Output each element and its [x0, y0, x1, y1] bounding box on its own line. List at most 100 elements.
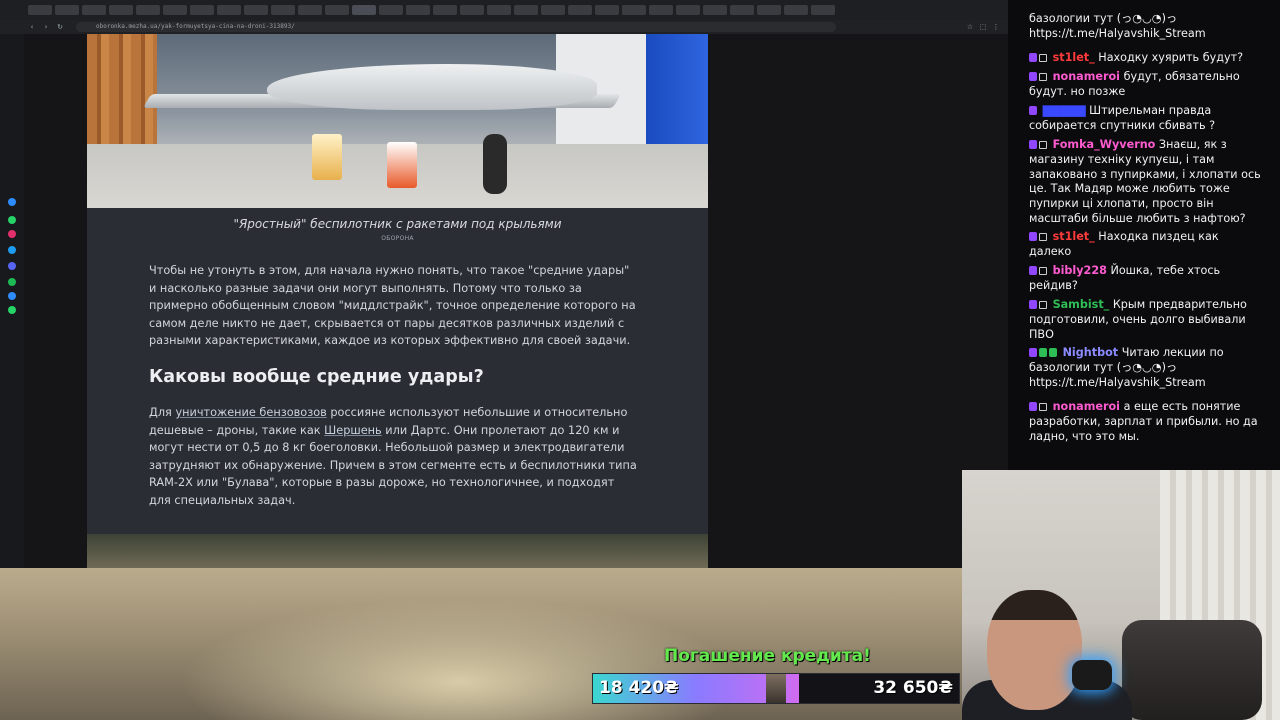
bot-badge-icon [1049, 348, 1057, 357]
chat-username[interactable]: Fomka_Wyverno [1053, 138, 1156, 151]
sidebar-app-icon[interactable] [8, 198, 16, 206]
subscriber-badge-icon [1029, 348, 1037, 357]
browser-tab[interactable] [406, 5, 430, 15]
speaker-badge-icon [1039, 54, 1047, 62]
article-image [87, 34, 708, 208]
instagram-icon[interactable] [8, 246, 16, 254]
drone-landing-gear [483, 134, 507, 194]
emote-badge-icon [1039, 267, 1047, 275]
browser-tab[interactable] [325, 5, 349, 15]
chat-message: nonameroi а еще есть понятие разработки,… [1029, 400, 1261, 444]
subscriber-badge-icon [1029, 72, 1037, 81]
chair [1122, 620, 1262, 720]
subscriber-badge-icon [1029, 140, 1037, 149]
webcam-feed [962, 470, 1280, 720]
goal-current-amount: 18 420₴ [599, 678, 679, 698]
browser-tab[interactable] [595, 5, 619, 15]
headphones-badge-icon [1039, 73, 1047, 81]
subscriber-badge-icon [1029, 402, 1037, 411]
headphones-badge-icon [1039, 403, 1047, 411]
chat-username[interactable]: Sambist_ [1053, 298, 1110, 311]
browser-tab[interactable] [217, 5, 241, 15]
subscriber-badge-icon [1029, 266, 1037, 275]
browser-tab[interactable] [244, 5, 268, 15]
microphone [1072, 660, 1112, 690]
browser-tab[interactable] [487, 5, 511, 15]
browser-tab[interactable] [730, 5, 754, 15]
article-paragraph: Для уничтожение бензовозов россияне испо… [149, 404, 639, 510]
next-article-image [87, 534, 708, 568]
ring-badge-icon [1039, 141, 1047, 149]
spotify-icon[interactable] [8, 292, 16, 300]
speaker-badge-icon [1039, 233, 1047, 241]
text-run: Для [149, 406, 176, 419]
browser-sidebar [0, 34, 25, 568]
browser-tab[interactable] [379, 5, 403, 15]
sidebar-app-icon[interactable] [8, 306, 16, 314]
chat-text: базологии тут (っ◔◡◔)っ https://t.me/Halya… [1029, 12, 1206, 40]
bookmark-icon[interactable]: ☆ [966, 23, 974, 31]
goal-title: Погашение кредита! [664, 646, 871, 666]
image-caption-block: "Яростный" беспилотник с ракетами под кр… [87, 208, 708, 242]
browser-tab[interactable] [757, 5, 781, 15]
chat-text: Находку хуярить будут? [1098, 51, 1244, 64]
tab-strip [0, 0, 1008, 20]
drone-fuselage [267, 64, 597, 110]
back-icon[interactable]: ‹ [28, 23, 36, 31]
browser-tab[interactable] [649, 5, 673, 15]
browser-tab[interactable] [514, 5, 538, 15]
subscriber-badge-icon [1029, 106, 1037, 115]
browser-tab[interactable] [433, 5, 457, 15]
browser-tab[interactable] [568, 5, 592, 15]
browser-tab[interactable] [163, 5, 187, 15]
display-crate [387, 142, 417, 188]
chat-message: st1let_ Находка пиздец как далеко [1029, 230, 1261, 260]
display-crate [312, 134, 342, 180]
goal-target-amount: 32 650₴ [873, 678, 953, 698]
browser-tab[interactable] [109, 5, 133, 15]
link-shershen[interactable]: Шершень [324, 424, 382, 437]
menu-icon[interactable]: ⋮ [992, 23, 1000, 31]
extensions-icon[interactable]: ⬚ [979, 23, 987, 31]
link-fuel-tankers[interactable]: уничтожение бензовозов [175, 406, 326, 419]
chat-username[interactable]: Nightbot [1063, 346, 1119, 359]
browser-tab[interactable] [784, 5, 808, 15]
reload-icon[interactable]: ↻ [56, 23, 64, 31]
forward-icon[interactable]: › [42, 23, 50, 31]
address-bar[interactable]: oboronka.mezha.ua/yak-formuyetsya-cina-n… [76, 22, 836, 32]
browser-tab[interactable] [298, 5, 322, 15]
chat-username[interactable]: nonameroi [1053, 70, 1120, 83]
browser-tab[interactable] [703, 5, 727, 15]
chat-username[interactable]: bibly228 [1053, 264, 1107, 277]
whatsapp-icon[interactable] [8, 230, 16, 238]
discord-icon[interactable] [8, 278, 16, 286]
chat-message: Fomka_Wyverno Знаєш, як з магазину техні… [1029, 138, 1261, 227]
subscriber-badge-icon [1029, 232, 1037, 241]
web-page: "Яростный" беспилотник с ракетами под кр… [24, 34, 1008, 568]
browser-tab[interactable] [28, 5, 52, 15]
chat-username[interactable]: st1let_ [1053, 51, 1095, 64]
chat-username[interactable]: ▇▇▇▇▇ [1043, 104, 1086, 117]
x-icon[interactable] [8, 262, 16, 270]
chat-message: базологии тут (っ◔◡◔)っ https://t.me/Halya… [1029, 12, 1261, 42]
stream-chat: базологии тут (っ◔◡◔)っ https://t.me/Halya… [1008, 0, 1280, 462]
chat-message: st1let_ Находку хуярить будут? [1029, 51, 1261, 66]
browser-tab[interactable] [136, 5, 160, 15]
chat-username[interactable]: nonameroi [1053, 400, 1120, 413]
browser-tab[interactable] [190, 5, 214, 15]
browser-tab[interactable] [676, 5, 700, 15]
chat-username[interactable]: st1let_ [1053, 230, 1095, 243]
browser-tab[interactable] [460, 5, 484, 15]
browser-tab[interactable] [622, 5, 646, 15]
browser-tab[interactable] [811, 5, 835, 15]
browser-tab-active[interactable] [352, 5, 376, 15]
browser-tab[interactable] [541, 5, 565, 15]
image-tag: ОБОРОНА [381, 235, 414, 242]
browser-tab[interactable] [271, 5, 295, 15]
browser-tab[interactable] [55, 5, 79, 15]
browser-tab[interactable] [82, 5, 106, 15]
chat-text: Читаю лекции по базологии тут (っ◔◡◔)っ ht… [1029, 346, 1224, 389]
chat-text: Знаєш, як з магазину техніку купуєш, і т… [1029, 138, 1261, 225]
chat-message: ▇▇▇▇▇ Штирельман правда собирается спутн… [1029, 104, 1261, 134]
sidebar-app-icon[interactable] [8, 216, 16, 224]
